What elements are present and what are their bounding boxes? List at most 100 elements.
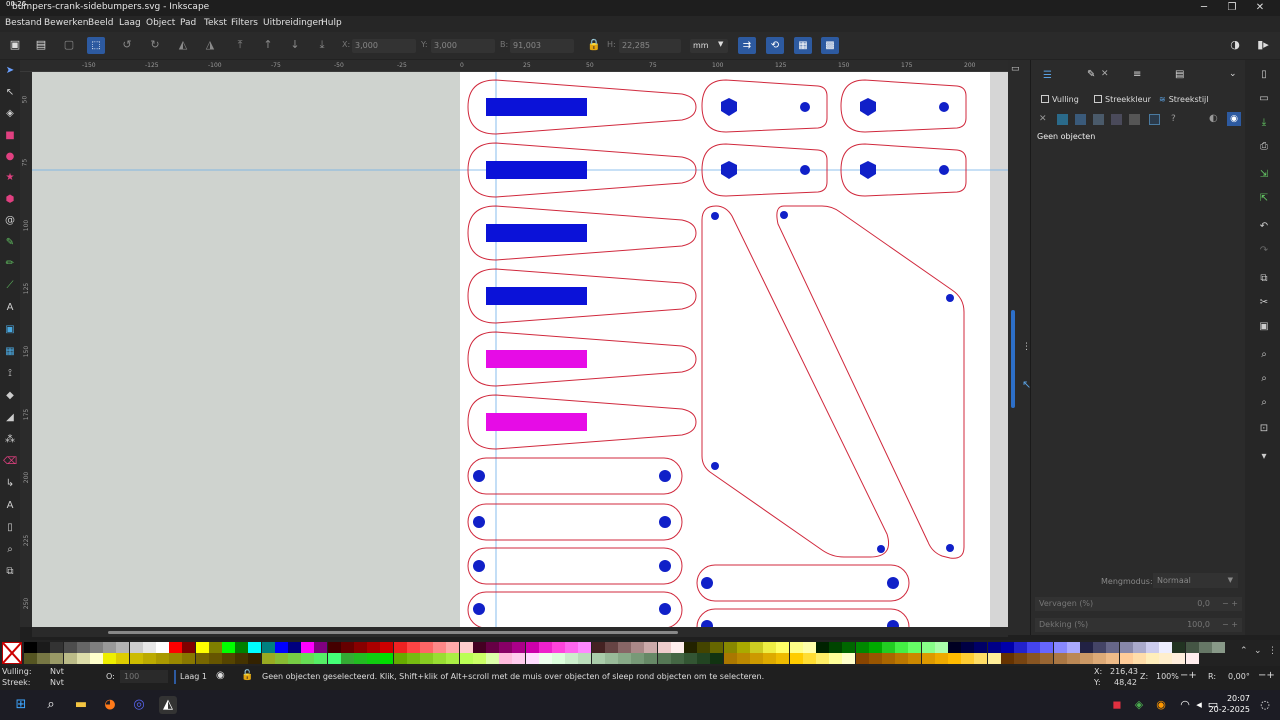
circle-tool-icon[interactable]: ● [3, 150, 17, 164]
palette-swatch[interactable] [314, 642, 328, 653]
palette-swatch[interactable] [538, 653, 552, 664]
palette-swatch[interactable] [433, 653, 447, 664]
palette-swatch[interactable] [842, 653, 856, 664]
palette-swatch[interactable] [1066, 653, 1080, 664]
flip-vertical-icon[interactable]: ◮ [203, 38, 217, 52]
new-document-icon[interactable]: ▯ [1257, 68, 1271, 82]
palette-swatch[interactable] [644, 642, 658, 653]
palette-swatch[interactable] [129, 653, 143, 664]
zoom-selection-icon[interactable]: ⌕ [1257, 348, 1271, 362]
palette-swatch[interactable] [1172, 642, 1186, 653]
star-tool-icon[interactable]: ★ [3, 171, 17, 185]
palette-swatch[interactable] [697, 653, 711, 664]
deselect-icon[interactable]: ▢ [62, 38, 76, 52]
palette-swatch[interactable] [274, 642, 288, 653]
palette-swatch[interactable] [76, 653, 90, 664]
palette-swatch[interactable] [802, 642, 816, 653]
tray-app2-icon[interactable]: ◈ [1130, 696, 1148, 714]
palette-swatch[interactable] [156, 653, 169, 664]
palette-swatch[interactable] [657, 653, 671, 664]
palette-swatch[interactable] [50, 653, 64, 664]
redo-icon[interactable]: ↷ [1257, 244, 1271, 258]
document-properties-icon[interactable]: ▤ [1175, 69, 1184, 80]
palette-swatch[interactable] [591, 653, 605, 664]
palette-swatch[interactable] [644, 653, 658, 664]
raise-icon[interactable]: ↑ [261, 38, 275, 52]
palette-swatch[interactable] [565, 653, 579, 664]
palette-swatch[interactable] [921, 642, 935, 653]
palette-swatch[interactable] [288, 642, 301, 653]
palette-swatch[interactable] [24, 642, 37, 653]
lpe-tool-icon[interactable]: A [3, 499, 17, 513]
menu-filters[interactable]: Filters [231, 18, 258, 28]
maximize-button[interactable]: ❐ [1224, 1, 1240, 14]
palette-swatch[interactable] [327, 642, 341, 653]
palette-swatch[interactable] [591, 642, 605, 653]
opacity-field[interactable]: Dekking (%) 100,0 − + [1035, 618, 1242, 632]
palette-swatch[interactable] [499, 642, 513, 653]
palette-swatch[interactable] [169, 653, 183, 664]
zoom-value[interactable]: 100% [1156, 672, 1179, 681]
print-icon[interactable]: ⎙ [1257, 140, 1271, 154]
horizontal-scroll-thumb[interactable] [108, 631, 678, 634]
palette-swatch[interactable] [327, 653, 341, 664]
palette-swatch[interactable] [1159, 653, 1173, 664]
menu-tekst[interactable]: Tekst [204, 18, 227, 28]
palette-swatch[interactable] [578, 653, 592, 664]
palette-swatch[interactable] [710, 653, 724, 664]
palette-swatch[interactable] [829, 653, 843, 664]
inkscape-taskbar-icon[interactable]: ◭ [159, 696, 177, 714]
palette-swatch[interactable] [235, 653, 249, 664]
palette-swatch[interactable] [763, 653, 777, 664]
palette-swatch[interactable] [868, 653, 882, 664]
stepper-icon[interactable]: − + [1222, 618, 1238, 632]
palette-swatch[interactable] [750, 653, 763, 664]
flip-horizontal-icon[interactable]: ◭ [176, 38, 190, 52]
palette-swatch[interactable] [1106, 653, 1120, 664]
spray-tool-icon[interactable]: ⁂ [3, 433, 17, 447]
palette-swatch[interactable] [802, 653, 816, 664]
measure-tool-icon[interactable]: ⧉ [3, 565, 17, 579]
panel-menu-icon[interactable]: ⌄ [1229, 69, 1237, 79]
palette-swatch[interactable] [776, 653, 790, 664]
palette-swatch[interactable] [393, 642, 407, 653]
palette-swatch[interactable] [116, 653, 130, 664]
palette-swatch[interactable] [631, 653, 645, 664]
palette-swatch[interactable] [1172, 653, 1186, 664]
palette-swatch[interactable] [37, 653, 51, 664]
fill-stroke-tab-icon[interactable]: ✎ [1087, 69, 1095, 80]
gradient-tool-icon[interactable]: ▣ [3, 323, 17, 337]
current-layer[interactable]: Laag 1 [180, 672, 207, 681]
palette-swatch[interactable] [406, 653, 420, 664]
palette-swatch[interactable] [1053, 653, 1067, 664]
palette-swatch[interactable] [472, 653, 486, 664]
menu-uitbreidingen[interactable]: Uitbreidingen [263, 18, 324, 28]
radial-gradient-icon[interactable] [1093, 114, 1104, 125]
connector-tool-icon[interactable]: ↳ [3, 477, 17, 491]
menu-object[interactable]: Object [146, 18, 175, 28]
lower-to-bottom-icon[interactable]: ⤓ [315, 38, 329, 52]
palette-swatch[interactable] [974, 642, 988, 653]
palette-swatch[interactable] [459, 642, 473, 653]
palette-swatch[interactable] [142, 653, 156, 664]
palette-swatch[interactable] [618, 642, 631, 653]
rotate-cw-icon[interactable]: ↻ [148, 38, 162, 52]
palette-swatch[interactable] [1093, 642, 1107, 653]
palette-swatch[interactable] [684, 642, 697, 653]
palette-swatch[interactable] [367, 642, 381, 653]
palette-swatch[interactable] [182, 642, 196, 653]
palette-swatch[interactable] [631, 642, 645, 653]
vertical-scrollbar[interactable]: ▭ ⋮ ↖ [1008, 60, 1031, 635]
palette-swatch[interactable] [446, 642, 460, 653]
windows-start-icon[interactable]: ⊞ [12, 696, 30, 714]
mesh-gradient-icon[interactable] [1111, 114, 1122, 125]
palette-swatch[interactable] [182, 653, 196, 664]
rotate-ccw-icon[interactable]: ↺ [120, 38, 134, 52]
export-icon[interactable]: ⇱ [1257, 192, 1271, 206]
palette-swatch[interactable] [1040, 653, 1054, 664]
move-gradients-icon[interactable]: ▦ [794, 37, 812, 54]
palette-swatch[interactable] [789, 653, 803, 664]
snap-toggle-icon[interactable]: ◑ [1228, 38, 1242, 52]
palette-swatch[interactable] [1040, 642, 1054, 653]
palette-swatch[interactable] [393, 653, 407, 664]
